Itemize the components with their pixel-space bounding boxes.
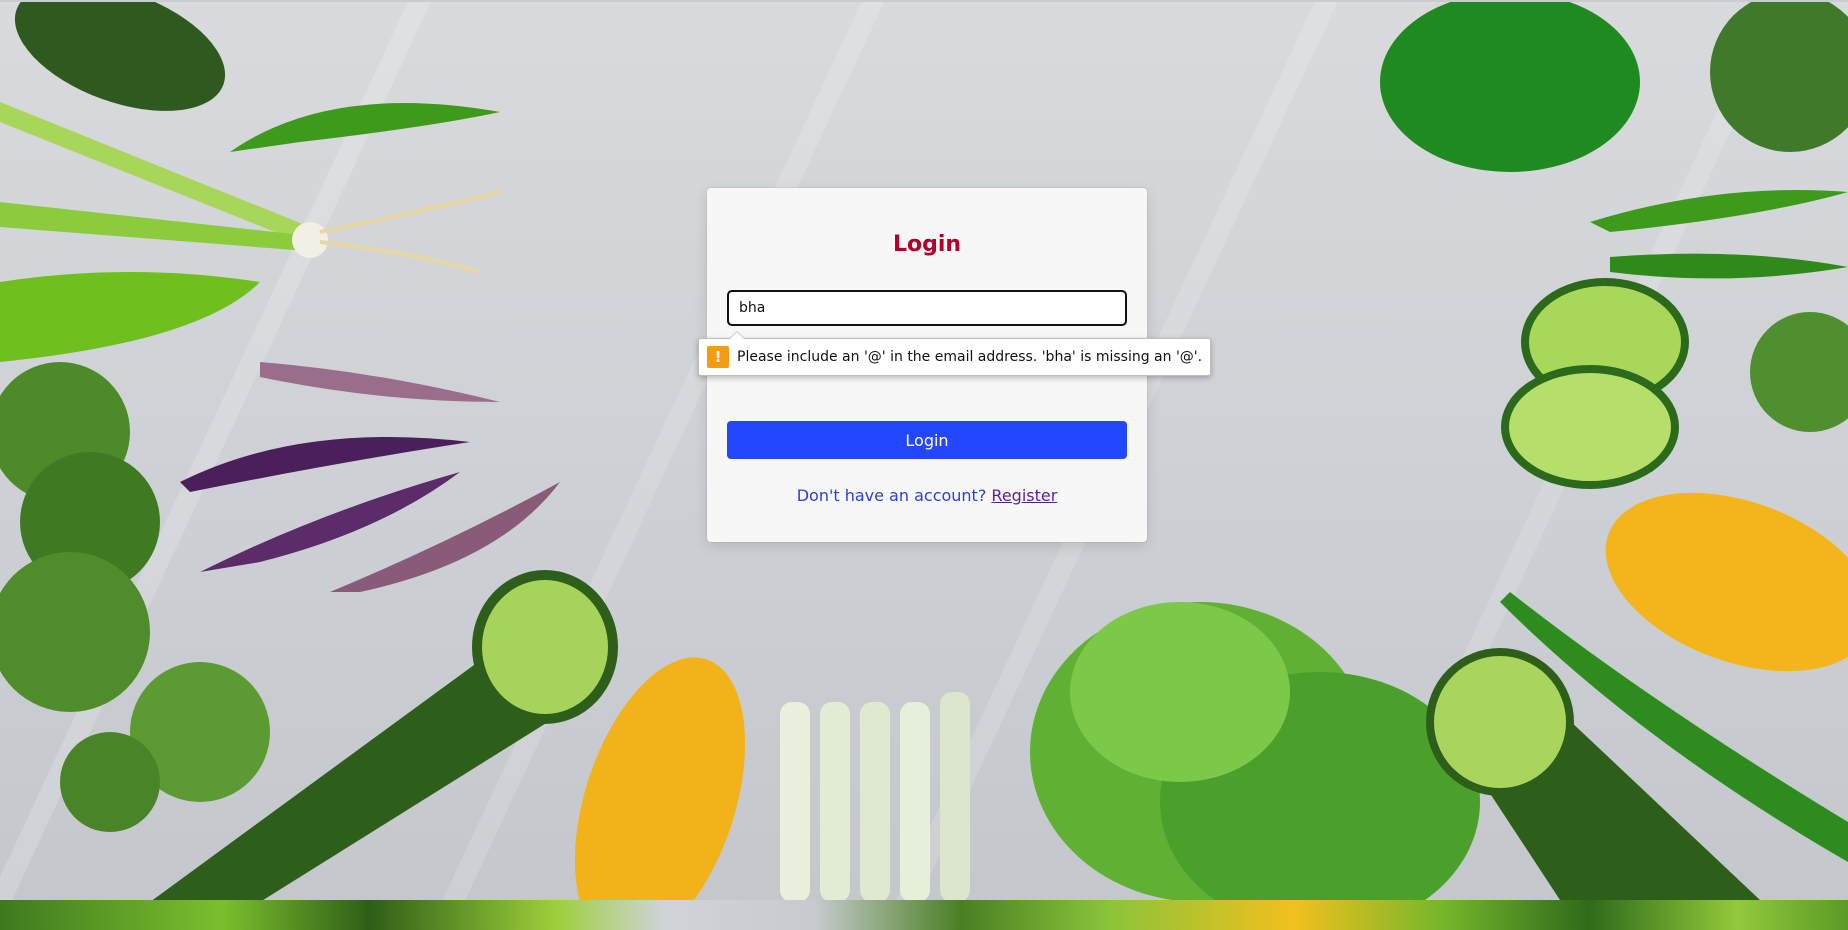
validation-tooltip: ! Please include an '@' in the email add… (698, 331, 1212, 376)
email-field[interactable] (727, 290, 1127, 326)
page: Login Login Don't have an account? Regis… (0, 0, 1848, 930)
register-prompt-text: Don't have an account? (796, 486, 987, 505)
login-button[interactable]: Login (727, 421, 1127, 459)
warning-icon: ! (707, 346, 729, 368)
register-link[interactable]: Register (991, 486, 1057, 505)
validation-message: Please include an '@' in the email addre… (737, 349, 1203, 365)
login-title: Login (892, 232, 962, 257)
register-prompt-line: Don't have an account? Register (707, 486, 1147, 505)
background-image-bottom-strip (0, 900, 1848, 930)
